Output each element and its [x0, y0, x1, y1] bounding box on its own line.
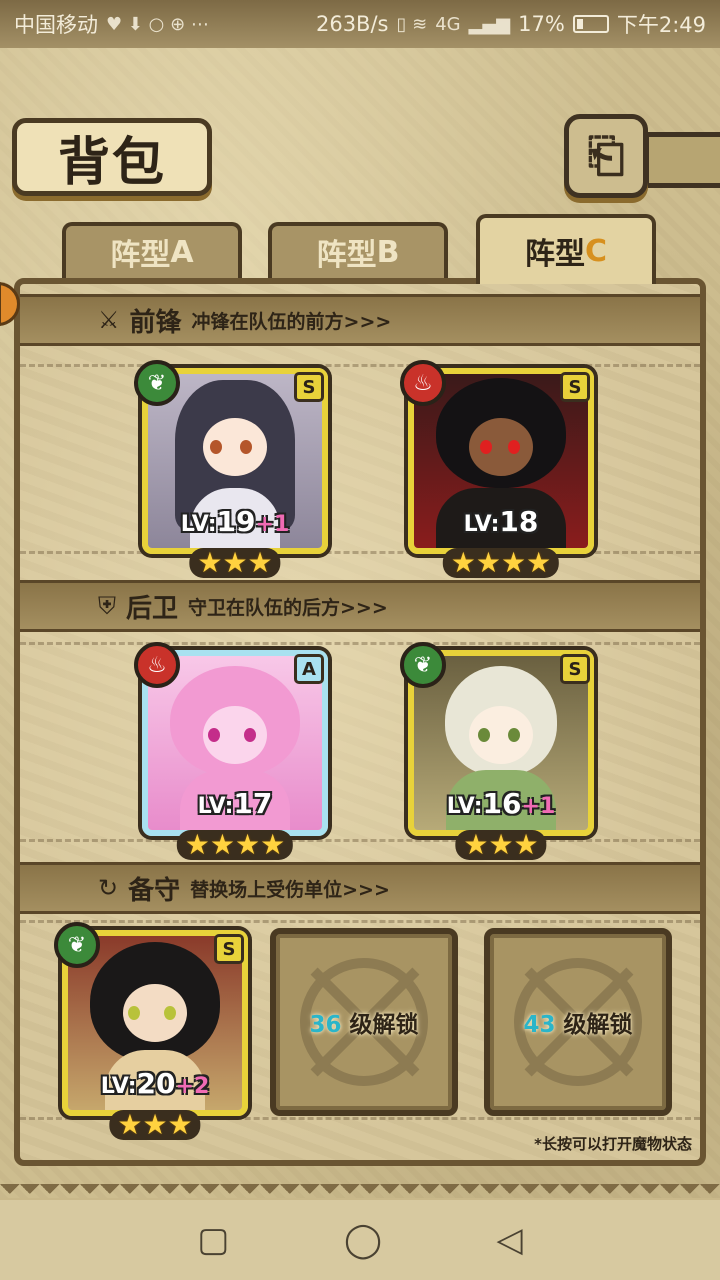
fire-element-icon: ♨ — [400, 360, 446, 406]
page-title: 背包 — [57, 131, 166, 193]
status-bar: 中国移动 ♥ ⬇ ○ ⊕ ⋯ 263B/s ▯ ≋ 4G ▂▄▆ 17% 下午2… — [0, 0, 720, 48]
back-arrow-icon: ⎗ — [587, 128, 625, 182]
locked-slot-1[interactable]: 36 级解锁 — [270, 928, 458, 1116]
formation-panel: ⚔ 前锋 冲锋在队伍的前方>>> ❦ S LV:19+1 ★★★ ♨ S LV:… — [14, 278, 706, 1166]
tab-label: 阵型 — [316, 238, 377, 273]
unit-card-front-2[interactable]: ♨ S LV:18 ★★★★ — [400, 360, 594, 578]
long-press-hint: *长按可以打开魔物状态 — [534, 1135, 692, 1153]
locked-slot-2[interactable]: 43 级解锁 — [484, 928, 672, 1116]
home-circle-icon[interactable]: ◯ — [344, 1220, 382, 1260]
section-reserve-header: ↻ 备守 替换场上受伤单位>>> — [20, 862, 700, 914]
unit-level: LV:16+1 — [446, 787, 556, 820]
swap-icon: ↻ — [98, 874, 119, 902]
system-navbar: ▢ ◯ ◁ — [0, 1200, 720, 1280]
tab-suffix: B — [376, 234, 400, 270]
back-button[interactable]: ⎗ — [564, 114, 648, 198]
unit-card-rear-1[interactable]: ♨ A LV:17 ★★★★ — [134, 642, 328, 860]
rear-row — [20, 642, 700, 842]
section-title: 前锋 — [129, 307, 182, 338]
shield-icon: ⛨ — [98, 592, 116, 620]
unit-card-reserve-1[interactable]: ❦ S LV:20+2 ★★★ — [54, 922, 248, 1140]
tab-formation-a[interactable]: 阵型 A — [62, 222, 242, 278]
section-description: 替换场上受伤单位>>> — [190, 878, 390, 901]
back-triangle-icon[interactable]: ◁ — [497, 1220, 523, 1260]
leaf-element-icon: ❦ — [54, 922, 100, 968]
notification-icons: ♥ ⬇ ○ ⊕ ⋯ — [106, 13, 209, 35]
unlock-requirement: 36 级解锁 — [309, 1012, 419, 1038]
tab-label: 阵型 — [524, 237, 585, 272]
unit-card-rear-2[interactable]: ❦ S LV:16+1 ★★★ — [400, 642, 594, 860]
tab-formation-c[interactable]: 阵型 C — [476, 214, 656, 284]
battery-icon — [572, 15, 609, 33]
signal-bars-icon: ▂▄▆ — [468, 13, 511, 35]
section-description: 守卫在队伍的后方>>> — [188, 596, 388, 619]
section-title: 备守 — [128, 875, 181, 906]
tab-suffix: C — [584, 233, 608, 269]
leaf-element-icon: ❦ — [134, 360, 180, 406]
sword-icon: ⚔ — [98, 306, 120, 334]
carrier-label: 中国移动 — [14, 13, 98, 37]
battery-percent: 17% — [518, 12, 565, 36]
page-title-plate: 背包 — [12, 118, 212, 196]
unlock-requirement: 43 级解锁 — [523, 1012, 633, 1038]
star-rating: ★★★★ — [442, 548, 560, 578]
rank-badge: S — [294, 372, 324, 402]
signal-icons: ▯ ≋ — [396, 13, 428, 35]
rank-badge: S — [560, 372, 590, 402]
recents-square-icon[interactable]: ▢ — [197, 1220, 229, 1260]
unit-level: LV:17 — [197, 787, 273, 820]
rank-badge: A — [294, 654, 324, 684]
network-speed: 263B/s — [315, 12, 389, 36]
rank-badge: S — [214, 934, 244, 964]
unit-level: LV:20+2 — [100, 1067, 210, 1100]
tab-suffix: A — [170, 234, 194, 270]
unit-level: LV:19+1 — [180, 505, 290, 538]
section-description: 冲锋在队伍的前方>>> — [191, 310, 392, 333]
leaf-element-icon: ❦ — [400, 642, 446, 688]
tab-label: 阵型 — [110, 238, 171, 273]
unit-level: LV:18 — [463, 505, 539, 538]
tab-formation-b[interactable]: 阵型 B — [268, 222, 448, 278]
rank-badge: S — [560, 654, 590, 684]
section-front-header: ⚔ 前锋 冲锋在队伍的前方>>> — [20, 294, 700, 346]
section-title: 后卫 — [126, 593, 179, 624]
star-rating: ★★★ — [455, 830, 547, 860]
clock: 下午2:49 — [616, 13, 706, 37]
unit-card-front-1[interactable]: ❦ S LV:19+1 ★★★ — [134, 360, 328, 578]
star-rating: ★★★★ — [176, 830, 294, 860]
fire-element-icon: ♨ — [134, 642, 180, 688]
front-row — [20, 364, 700, 554]
section-rear-header: ⛨ 后卫 守卫在队伍的后方>>> — [20, 580, 700, 632]
back-button-rail — [644, 132, 720, 188]
network-type: 4G — [435, 13, 461, 35]
star-rating: ★★★ — [109, 1110, 201, 1140]
star-rating: ★★★ — [189, 548, 281, 578]
